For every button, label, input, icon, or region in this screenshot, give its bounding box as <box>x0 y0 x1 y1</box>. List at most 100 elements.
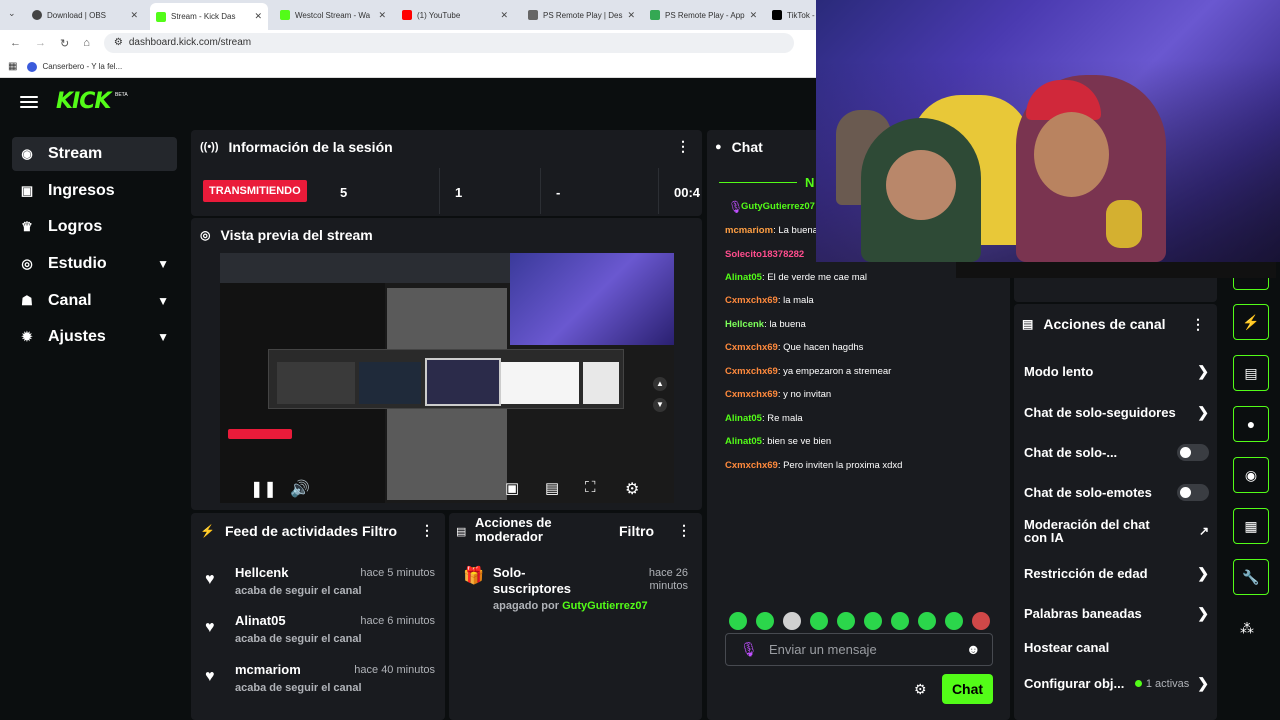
activity-user[interactable]: Hellcenk <box>235 565 288 580</box>
chevron-down-icon[interactable]: ▼ <box>157 294 169 308</box>
close-icon[interactable]: ✕ <box>130 10 138 21</box>
chevron-down-icon[interactable]: ▼ <box>157 257 169 271</box>
time-line: hace 26 <box>648 567 688 579</box>
kebab-menu-icon[interactable]: ⋮ <box>420 522 434 539</box>
chat-username[interactable]: Hellcenk <box>725 319 764 330</box>
chat-username[interactable]: Solecito18378282 <box>725 249 804 260</box>
chat-input[interactable]: Enviar un mensaje <box>769 642 877 657</box>
sidebar-item-canal[interactable]: ☗ Canal ▼ <box>12 284 177 318</box>
mod-user-link[interactable]: GutyGutierrez07 <box>562 600 648 612</box>
lightning-icon[interactable]: ⚡ <box>1233 304 1269 340</box>
subs-only-toggle[interactable] <box>1177 444 1209 461</box>
ai-moderation-row[interactable]: Moderación del chat con IA ↗ <box>1024 518 1209 544</box>
tab-westcol[interactable]: Westcol Stream - Wa ✕ <box>274 4 392 26</box>
emote-icon[interactable] <box>783 612 801 630</box>
sidebar-item-stream[interactable]: ◉ Stream <box>12 137 177 171</box>
chevron-down-icon[interactable]: ▼ <box>653 398 667 412</box>
back-icon[interactable]: ← <box>10 37 21 49</box>
chat-username[interactable]: Cxmxchx69 <box>725 460 778 471</box>
document-icon[interactable]: ▤ <box>1233 355 1269 391</box>
volume-icon[interactable]: 🔊 <box>290 479 310 499</box>
close-icon[interactable]: ✕ <box>254 11 262 22</box>
connections-icon[interactable]: ⁂ <box>1240 620 1254 637</box>
site-info-icon[interactable]: ⚙ <box>114 37 123 48</box>
followers-only-row[interactable]: Chat de solo-seguidores ❯ <box>1024 404 1209 421</box>
menu-icon[interactable] <box>20 96 38 109</box>
url-input[interactable]: ⚙ dashboard.kick.com/stream <box>103 33 794 53</box>
layout-icon[interactable]: ▦ <box>1233 508 1269 544</box>
wrench-icon[interactable]: 🔧 <box>1233 559 1269 595</box>
close-icon[interactable]: ✕ <box>378 10 386 21</box>
chat-username[interactable]: Alinat05 <box>725 413 762 424</box>
settings-gear-icon[interactable]: ⚙ <box>625 479 639 499</box>
emote-icon[interactable] <box>945 612 963 630</box>
picture-in-picture-icon[interactable]: ▣ <box>505 479 519 497</box>
chevron-up-icon[interactable]: ▲ <box>653 377 667 391</box>
mic-icon[interactable]: 🎙 <box>740 641 758 658</box>
preview-login-button <box>228 429 292 439</box>
send-chat-button[interactable]: Chat <box>942 674 993 704</box>
tab-tiktok[interactable]: TikTok - <box>766 4 816 26</box>
tab-ps-remote[interactable]: PS Remote Play | Des ✕ <box>522 4 640 26</box>
bookmark-item[interactable]: Canserbero - Y la fel... <box>27 61 122 72</box>
emote-icon[interactable] <box>972 612 990 630</box>
age-restriction-row[interactable]: Restricción de edad ❯ <box>1024 565 1209 582</box>
emote-icon[interactable] <box>729 612 747 630</box>
banned-words-row[interactable]: Palabras baneadas ❯ <box>1024 605 1209 622</box>
chat-username[interactable]: Alinat05 <box>725 272 762 283</box>
emote-icon[interactable] <box>810 612 828 630</box>
tab-youtube[interactable]: (1) YouTube ✕ <box>396 4 514 26</box>
broadcast-icon[interactable]: ◉ <box>1233 457 1269 493</box>
clip-icon[interactable]: ▤ <box>545 479 559 497</box>
emotes-only-toggle[interactable] <box>1177 484 1209 501</box>
kick-logo[interactable]: KICK <box>56 89 111 114</box>
chat-username[interactable]: Cxmxchx69 <box>725 366 778 377</box>
chat-settings-gear-icon[interactable]: ⚙ <box>914 681 927 698</box>
chat-username[interactable]: Cxmxchx69 <box>725 389 778 400</box>
close-icon[interactable]: ✕ <box>500 10 508 21</box>
emoji-icon[interactable]: ☻ <box>966 641 981 657</box>
apps-grid-icon[interactable]: ▦ <box>8 61 17 72</box>
goals-row[interactable]: Configurar obj... 1 activas ❯ <box>1024 675 1209 692</box>
host-channel-row[interactable]: Hostear canal <box>1024 640 1209 655</box>
kebab-menu-icon[interactable]: ⋮ <box>677 522 691 539</box>
mod-filter-button[interactable]: Filtro <box>619 523 654 539</box>
url-text: dashboard.kick.com/stream <box>128 37 252 48</box>
activity-desc: acaba de seguir el canal <box>235 682 362 694</box>
sidebar-item-ingresos[interactable]: ▣ Ingresos <box>12 174 177 208</box>
emote-icon[interactable] <box>864 612 882 630</box>
pause-icon[interactable]: ❚❚ <box>250 479 277 499</box>
chat-username[interactable]: GutyGutierrez07 <box>741 201 815 212</box>
tab-list-icon[interactable]: ⌄ <box>8 8 16 19</box>
tab-obs[interactable]: Download | OBS ✕ <box>26 4 144 26</box>
sidebar-item-estudio[interactable]: ◎ Estudio ▼ <box>12 247 177 281</box>
forward-icon[interactable]: → <box>35 37 46 49</box>
slow-mode-row[interactable]: Modo lento ❯ <box>1024 363 1209 380</box>
emote-icon[interactable] <box>891 612 909 630</box>
chat-username[interactable]: Cxmxchx69 <box>725 295 778 306</box>
chevron-down-icon[interactable]: ▼ <box>157 330 169 344</box>
emote-icon[interactable] <box>837 612 855 630</box>
stream-preview-video[interactable]: ▲ ▼ ❚❚ 🔊 ▣ ▤ ⛶ ⚙ <box>220 253 674 503</box>
close-icon[interactable]: ✕ <box>627 10 635 21</box>
sidebar-item-ajustes[interactable]: ✹ Ajustes ▼ <box>12 320 177 354</box>
activity-user[interactable]: Alinat05 <box>235 613 286 628</box>
sidebar-item-logros[interactable]: ♛ Logros <box>12 210 177 244</box>
feed-filter-button[interactable]: Filtro <box>362 523 397 539</box>
tab-kick-dashboard[interactable]: Stream - Kick Das ✕ <box>150 3 268 30</box>
tab-ps-remote-app[interactable]: PS Remote Play - App ✕ <box>644 4 762 26</box>
reload-icon[interactable]: ↻ <box>60 37 69 50</box>
emote-icon[interactable] <box>918 612 936 630</box>
close-icon[interactable]: ✕ <box>750 10 758 21</box>
chat-username[interactable]: Cxmxchx69 <box>725 342 778 353</box>
kebab-menu-icon[interactable]: ⋮ <box>1191 316 1205 333</box>
emote-icon[interactable] <box>756 612 774 630</box>
home-icon[interactable]: ⌂ <box>83 37 90 49</box>
activity-user[interactable]: mcmariom <box>235 662 301 677</box>
chat-username[interactable]: mcmariom <box>725 225 773 236</box>
fullscreen-icon[interactable]: ⛶ <box>585 479 596 496</box>
chat-bubble-icon[interactable]: ● <box>1233 406 1269 442</box>
kebab-menu-icon[interactable]: ⋮ <box>676 138 690 155</box>
chat-username[interactable]: Alinat05 <box>725 436 762 447</box>
chat-input-box[interactable]: 🎙 Enviar un mensaje ☻ <box>725 633 993 666</box>
